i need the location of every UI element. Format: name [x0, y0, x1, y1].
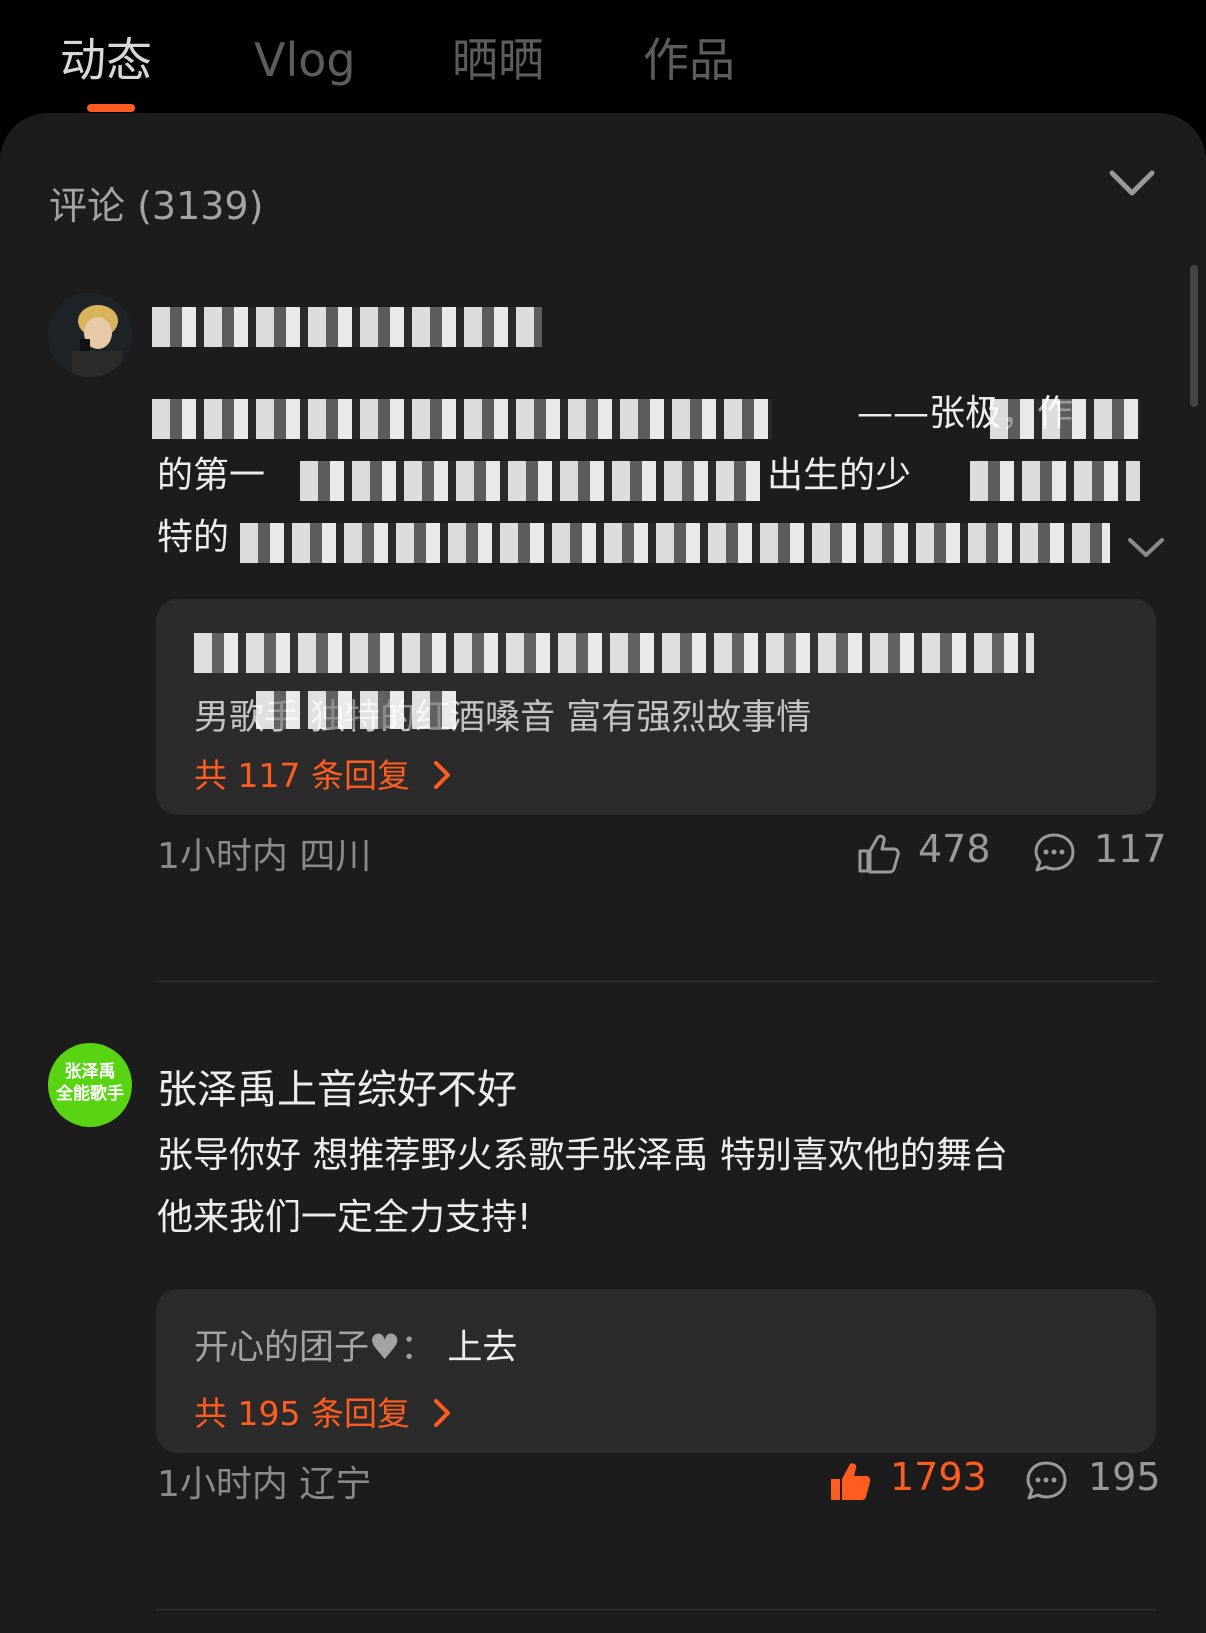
comment-divider [156, 1609, 1156, 1610]
reply-count: 117 [1094, 827, 1167, 871]
reply-preview-box[interactable]: 开心的团子♥： 上去 共 195 条回复 [156, 1289, 1156, 1453]
thumbs-up-filled-icon[interactable] [828, 1459, 872, 1503]
reply-count: 195 [1088, 1455, 1161, 1499]
avatar[interactable] [48, 293, 132, 377]
reply-count-link[interactable]: 共 195 条回复 [194, 1387, 454, 1435]
comment-text-line: 的第一 [157, 455, 266, 496]
comment-text-line: 他来我们一定全力支持! [157, 1197, 532, 1238]
comment-body: 张导你好 想推荐野火系歌手张泽禹 特别喜欢他的舞台 他来我们一定全力支持! [157, 1125, 1147, 1249]
reply-count-link[interactable]: 共 117 条回复 [194, 749, 454, 797]
redacted-text [256, 691, 456, 729]
comment-bubble-icon[interactable] [1024, 1459, 1068, 1503]
redacted-text [990, 399, 1140, 439]
comment-bubble-icon[interactable] [1032, 831, 1076, 875]
comment-meta: 1小时内 辽宁 [157, 1464, 372, 1505]
active-tab-indicator [87, 104, 135, 112]
avatar-photo-icon [48, 293, 132, 377]
avatar[interactable]: 张泽禹 全能歌手 [48, 1043, 132, 1127]
scrollbar[interactable] [1190, 265, 1198, 407]
redacted-text [240, 523, 1110, 563]
avatar-text: 张泽禹 [64, 1062, 116, 1082]
tab-share[interactable]: 晒晒 [452, 30, 544, 90]
comment-text-line: 出生的少 [767, 455, 912, 496]
comment-text-line: 张导你好 想推荐野火系歌手张泽禹 特别喜欢他的舞台 [157, 1135, 1008, 1176]
comment-text-line: 特的 [157, 517, 230, 558]
tab-vlog[interactable]: Vlog [254, 30, 356, 90]
tab-works[interactable]: 作品 [643, 30, 735, 90]
reply-count-label: 共 117 条回复 [194, 756, 410, 795]
comment-username[interactable]: 张泽禹上音综好不好 [157, 1057, 517, 1115]
chevron-down-icon[interactable] [1106, 165, 1158, 201]
profile-tab-bar: 动态 Vlog 晒晒 作品 [0, 0, 1206, 115]
redacted-username [152, 307, 542, 347]
comment-meta: 1小时内 四川 [157, 836, 372, 877]
comment-divider [156, 981, 1156, 982]
reply-preview-text: 上去 [447, 1328, 518, 1368]
tab-dynamic[interactable]: 动态 [60, 30, 152, 90]
redacted-text [970, 461, 1140, 501]
reply-count-label: 共 195 条回复 [194, 1394, 410, 1433]
like-count: 478 [918, 827, 991, 871]
redacted-text [300, 461, 760, 501]
reply-preview-box[interactable]: 男歌手 独特的红酒嗓音 富有强烈故事情 共 117 条回复 [156, 599, 1156, 815]
comments-title: 评论 (3139) [49, 184, 264, 228]
thumbs-up-icon[interactable] [856, 831, 900, 875]
avatar-text: 全能歌手 [56, 1084, 124, 1104]
redacted-text [194, 633, 1034, 673]
like-count: 1793 [890, 1455, 987, 1499]
chevron-right-icon [434, 1399, 451, 1427]
reply-preview-user: 开心的团子♥： [194, 1328, 436, 1368]
chevron-right-icon [434, 761, 451, 789]
redacted-text [152, 399, 772, 439]
chevron-down-icon[interactable] [1126, 535, 1166, 561]
reply-preview: 开心的团子♥： 上去 [194, 1319, 517, 1370]
comments-sheet: 评论 (3139) ——张极，作 的第一 出生的少 特的 男歌手 独特的红酒嗓音… [0, 113, 1206, 1633]
